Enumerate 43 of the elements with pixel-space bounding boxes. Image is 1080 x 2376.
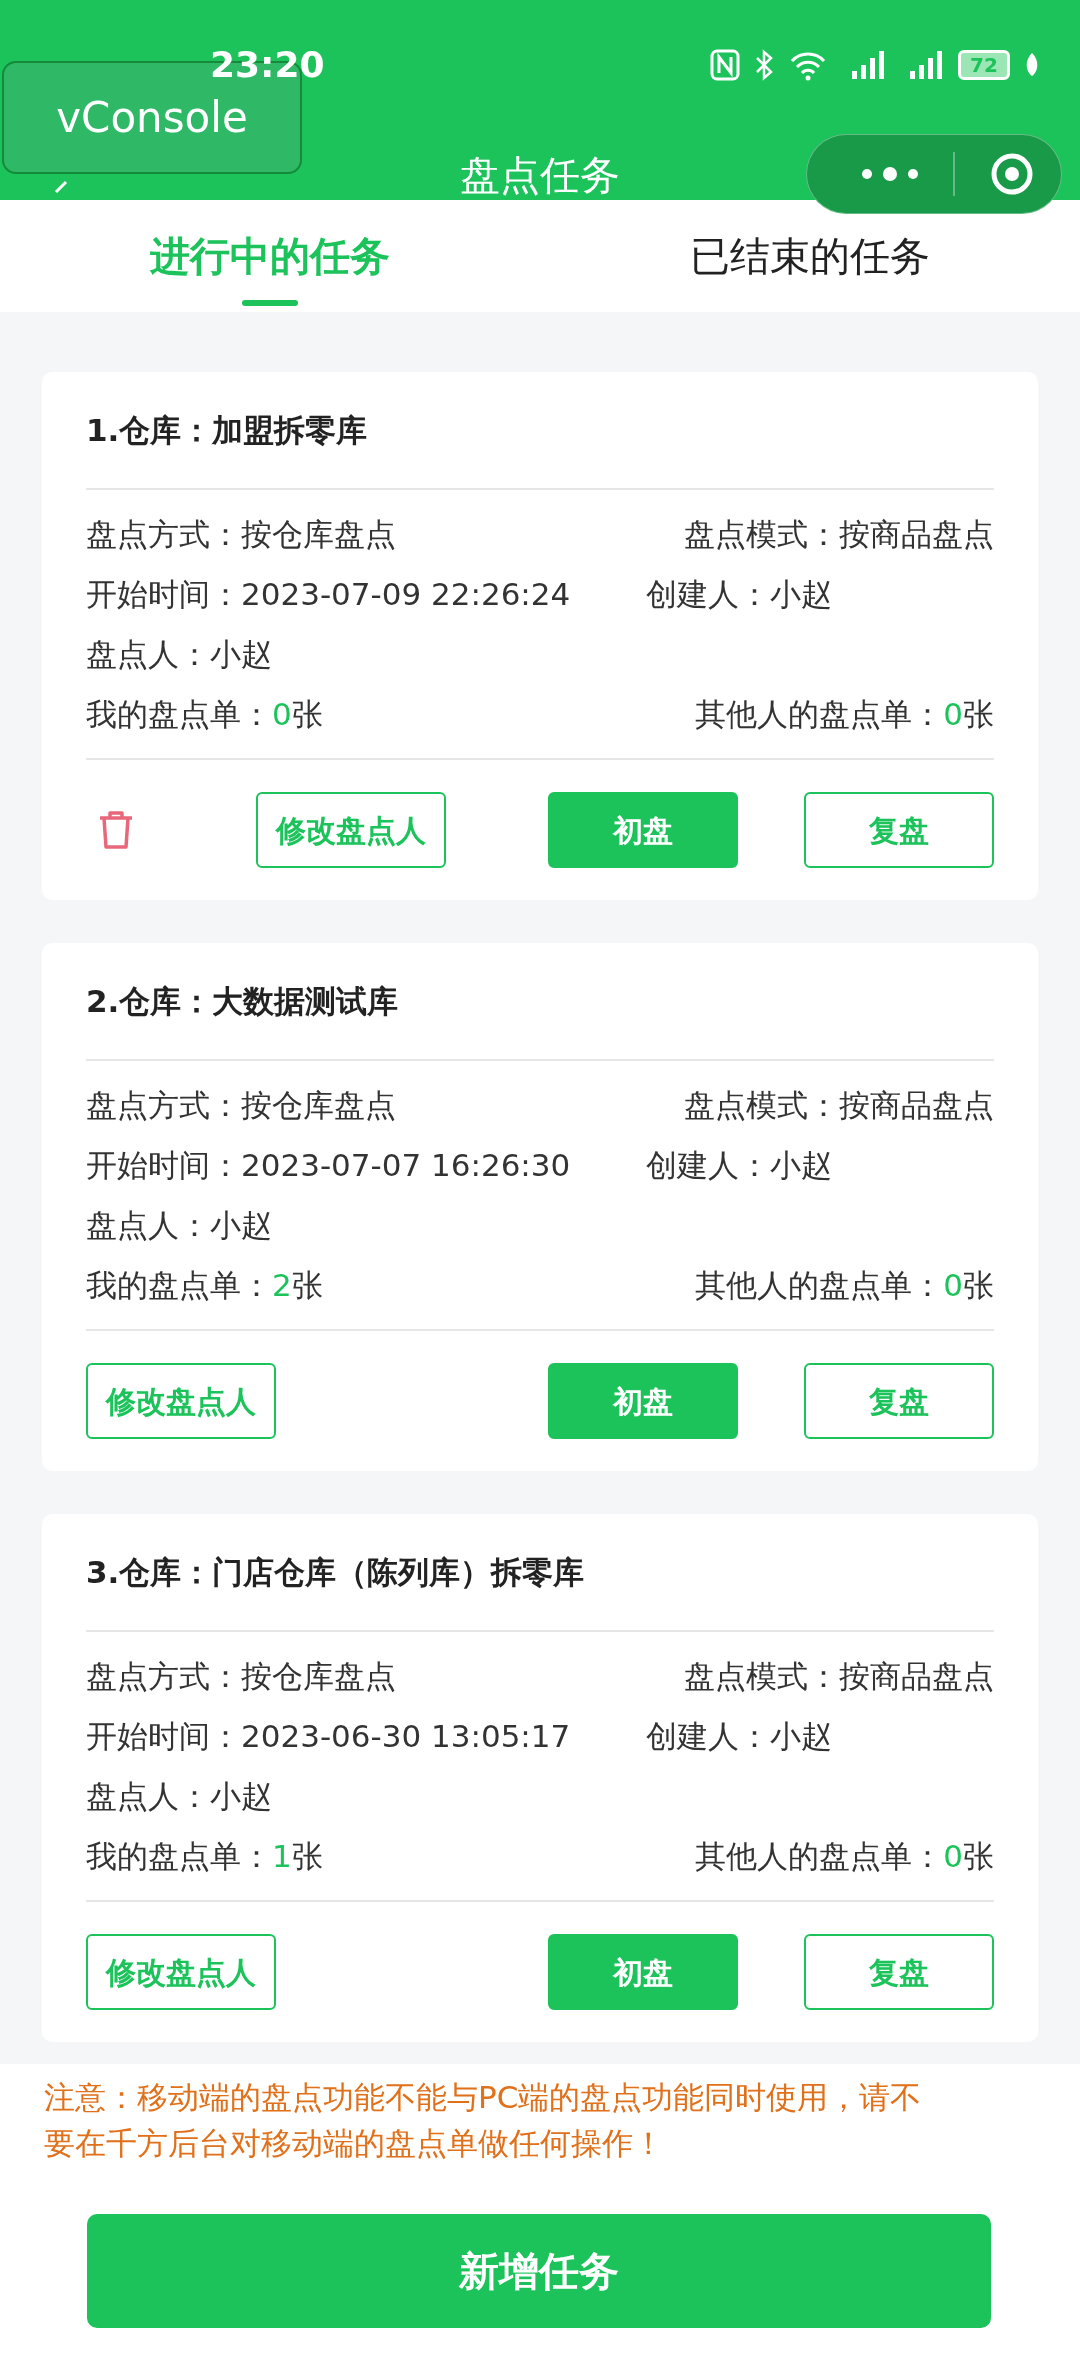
my-sheets-text: 我的盘点单：0张 (86, 694, 323, 734)
action-button[interactable]: 修改盘点人 (86, 1934, 276, 2010)
method-text: 盘点方式：按仓库盘点 (86, 1085, 396, 1125)
counter-text: 盘点人：小赵 (86, 1776, 272, 1816)
nfc-icon (710, 49, 740, 81)
warehouse-title: 3.仓库：门店仓库（陈列库）拆零库 (86, 1552, 585, 1592)
counter-text: 盘点人：小赵 (86, 634, 272, 674)
creator-text: 创建人：小赵 (646, 574, 832, 614)
start-time-text: 开始时间：2023-07-09 22:26:24 (86, 574, 572, 614)
close-icon[interactable] (989, 151, 1035, 197)
creator-text: 创建人：小赵 (646, 1716, 832, 1756)
bluetooth-icon (754, 49, 774, 81)
add-task-button[interactable]: 新增任务 (87, 2214, 991, 2328)
tab[interactable]: 进行中的任务 (0, 200, 540, 312)
creator-text: 创建人：小赵 (646, 1145, 832, 1185)
my-sheets-text: 我的盘点单：2张 (86, 1265, 323, 1305)
warehouse-title: 1.仓库：加盟拆零库 (86, 410, 368, 450)
start-time-text: 开始时间：2023-06-30 13:05:17 (86, 1716, 572, 1756)
action-button[interactable]: 修改盘点人 (256, 792, 446, 868)
tab[interactable]: 已结束的任务 (540, 200, 1080, 312)
method-text: 盘点方式：按仓库盘点 (86, 1656, 396, 1696)
leaf-icon (1024, 52, 1040, 78)
others-sheets-text: 其他人的盘点单：0张 (695, 1836, 994, 1876)
mode-text: 盘点模式：按商品盘点 (684, 514, 994, 554)
notice-text: 注意：移动端的盘点功能不能与PC端的盘点功能同时使用，请不要在千方后台对移动端的盘点单做任何操作！ (44, 2078, 923, 2163)
action-button[interactable]: 初盘 (548, 1363, 738, 1439)
others-sheets-text: 其他人的盘点单：0张 (695, 1265, 994, 1305)
action-button[interactable]: 初盘 (548, 1934, 738, 2010)
battery-indicator: 72 (958, 50, 1010, 80)
action-button[interactable]: 修改盘点人 (86, 1363, 276, 1439)
mode-text: 盘点模式：按商品盘点 (684, 1085, 994, 1125)
others-sheets-text: 其他人的盘点单：0张 (695, 694, 994, 734)
warehouse-title: 2.仓库：大数据测试库 (86, 981, 399, 1021)
action-button[interactable]: 复盘 (804, 792, 994, 868)
method-text: 盘点方式：按仓库盘点 (86, 514, 396, 554)
my-sheets-text: 我的盘点单：1张 (86, 1836, 323, 1876)
counter-text: 盘点人：小赵 (86, 1205, 272, 1245)
action-button[interactable]: 复盘 (804, 1934, 994, 2010)
action-button[interactable]: 初盘 (548, 792, 738, 868)
action-button[interactable]: 复盘 (804, 1363, 994, 1439)
start-time-text: 开始时间：2023-07-07 16:26:30 (86, 1145, 572, 1185)
page-title: 盘点任务 (459, 151, 621, 200)
mode-text: 盘点模式：按商品盘点 (684, 1656, 994, 1696)
